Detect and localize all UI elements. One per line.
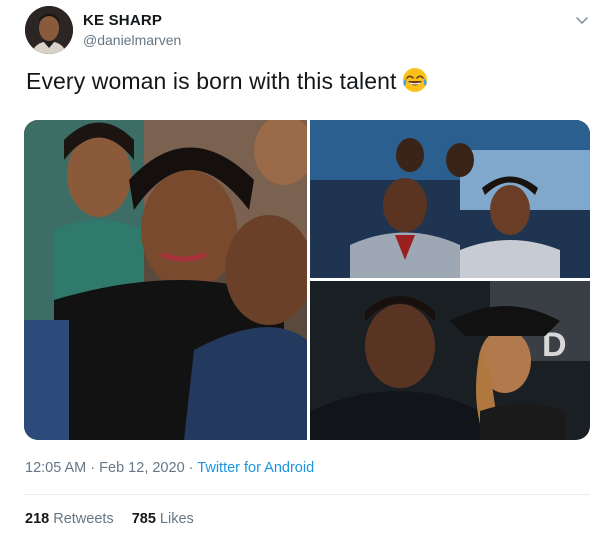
likes-count: 785: [131, 511, 156, 527]
tweet-text: Every woman is born with this talent: [26, 67, 428, 99]
face-with-tears-of-joy-icon: [402, 67, 428, 99]
photo-event-couple[interactable]: [310, 120, 590, 278]
media-grid[interactable]: D: [24, 120, 590, 440]
meta-separator-2: ·: [188, 460, 194, 476]
display-name[interactable]: KE SHARP: [83, 12, 162, 29]
divider: [24, 494, 590, 495]
chevron-down-icon[interactable]: [574, 12, 590, 28]
photo-women-glancing[interactable]: [24, 120, 307, 440]
tweet-meta: 12:05 AM · Feb 12, 2020 · Twitter for An…: [25, 460, 314, 476]
retweets-count: 218: [25, 511, 50, 527]
likes-stat[interactable]: 785 Likes: [132, 511, 194, 527]
likes-label: Likes: [159, 511, 194, 527]
retweets-label: Retweets: [53, 511, 114, 527]
tweet-stats: 218 Retweets 785 Likes: [25, 511, 194, 527]
meta-separator: ·: [90, 460, 96, 476]
retweets-stat[interactable]: 218 Retweets: [25, 511, 114, 527]
photo-courtside-couple[interactable]: D: [310, 281, 590, 440]
tweet-card: KE SHARP @danielmarven Every woman is bo…: [0, 0, 612, 537]
avatar[interactable]: [25, 6, 73, 54]
tweet-date[interactable]: Feb 12, 2020: [99, 460, 184, 476]
avatar-image: [25, 6, 73, 54]
tweet-time[interactable]: 12:05 AM: [25, 460, 86, 476]
user-handle[interactable]: @danielmarven: [83, 32, 181, 48]
tweet-text-content: Every woman is born with this talent: [26, 68, 397, 94]
tweet-source-link[interactable]: Twitter for Android: [197, 460, 314, 476]
